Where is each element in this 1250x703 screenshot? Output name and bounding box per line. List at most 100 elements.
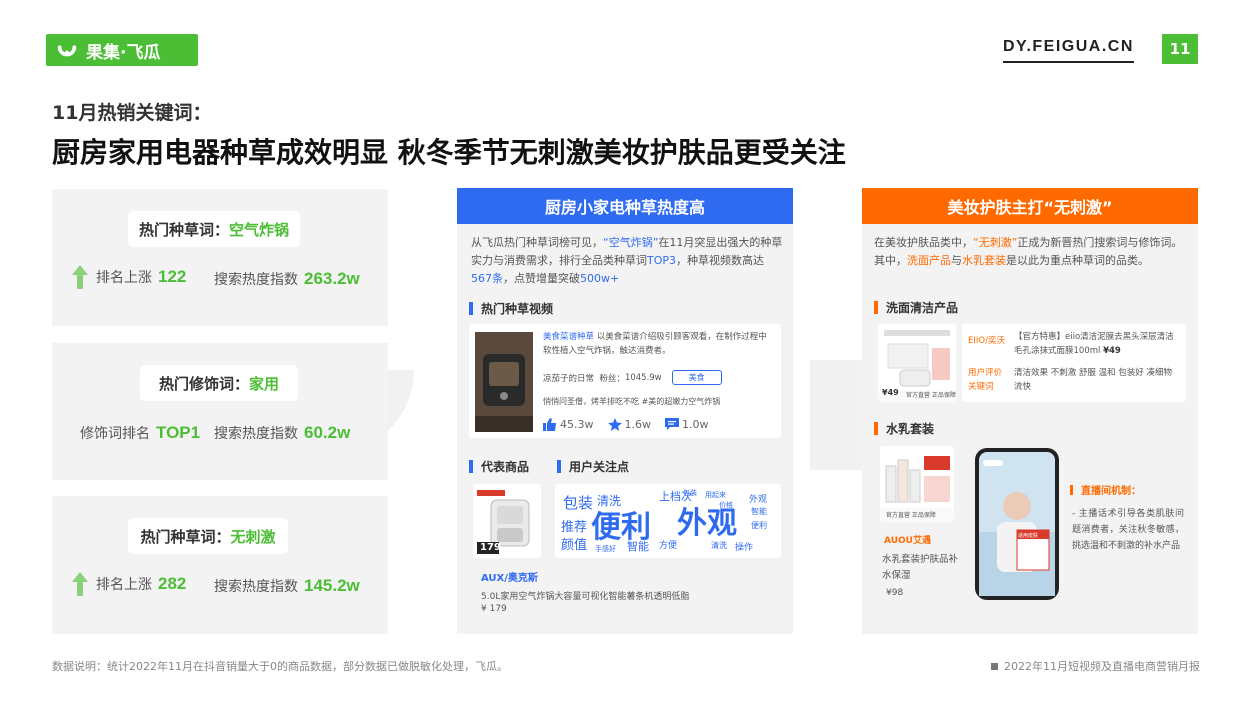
keyword-pill: 热门种草词： 无刺激 <box>128 518 288 554</box>
pill-value: 家用 <box>249 374 280 393</box>
up-arrow-icon <box>72 265 88 289</box>
heat-metric: 搜索热度指数 145.2w <box>214 576 360 596</box>
keyword-card-household: 热门修饰词： 家用 修饰词排名 TOP1 搜索热度指数 60.2w <box>52 343 388 480</box>
review-label: 用户评价关键词 <box>968 368 1003 392</box>
brand-name: 果集·飞瓜 <box>86 42 161 63</box>
rank-metric: 排名上涨 122 <box>72 265 186 289</box>
metric-label: 排名上涨 <box>96 577 152 593</box>
video-tag[interactable]: 美食 <box>671 370 722 385</box>
wordcloud-word: 便利 <box>751 521 767 530</box>
live-mechanism-title: 直播间机制： <box>1070 482 1141 497</box>
comment-icon <box>665 418 679 430</box>
video-description: 美食菜谱种草 以美食菜谱介绍吸引顾客观看，在制作过程中软性植入空气炸锅，触达消费… <box>543 332 767 356</box>
wordcloud-word: 智能 <box>627 540 649 553</box>
pill-value: 无刺激 <box>230 527 276 546</box>
live-sign: 适用皮肤 <box>1018 533 1039 539</box>
square-bullet-icon <box>991 662 998 670</box>
keyword-card-no-irritation: 热门种草词： 无刺激 排名上涨 282 搜索热度指数 145.2w <box>52 496 388 634</box>
metric-value: 263.2w <box>304 269 360 288</box>
rank-metric: 修饰词排名 TOP1 <box>80 423 200 443</box>
heat-metric: 搜索热度指数 263.2w <box>214 269 360 289</box>
wordcloud-word: 智能 <box>751 507 767 516</box>
panel-intro: 从飞瓜热门种草词榜可见，“空气炸锅”在11月突显出强大的种草实力与消费需求，排行… <box>471 236 783 285</box>
review-keywords: 清洁效果 不刺激 舒服 温和 包装好 凑细物流快 <box>1014 368 1173 392</box>
cleanser-detail-card[interactable]: EIIO/奕沃 【官方特惠】eiio清洁泥膜去黑头深层清洁毛孔涂抹式面膜100m… <box>962 324 1186 402</box>
feigua-logo-icon <box>57 45 77 57</box>
favorites-count: 1.6w <box>624 418 652 431</box>
wordcloud-word: 颜值 <box>561 538 588 553</box>
metric-value: 60.2w <box>304 423 351 442</box>
video-thumbnail[interactable] <box>475 332 533 432</box>
wordcloud-word: 价格 <box>719 501 733 509</box>
wordcloud-word: 操作 <box>735 543 754 553</box>
panel-title: 厨房小家电种草热度高 <box>457 188 793 224</box>
page-title: 厨房家用电器种草成效明显 秋冬季节无刺激美妆护肤品更受关注 <box>52 136 846 169</box>
image-price: ¥49 <box>882 388 899 397</box>
keyword-card-air-fryer: 热门种草词： 空气炸锅 排名上涨 122 搜索热度指数 263.2w <box>52 189 388 326</box>
panel-title: 美妆护肤主打“无刺激” <box>862 188 1198 224</box>
beauty-skincare-panel: 美妆护肤主打“无刺激” 在美妆护肤品类中，“无刺激”正成为新晋热门搜索词与修饰词… <box>862 188 1198 634</box>
metric-label: 搜索热度指数 <box>214 579 298 595</box>
keyword-pill: 热门种草词： 空气炸锅 <box>128 211 300 247</box>
cleanser-desc: 【官方特惠】eiio清洁泥膜去黑头深层清洁毛孔涂抹式面膜100ml ¥49 <box>1014 332 1174 356</box>
pill-label: 热门种草词： <box>138 220 229 239</box>
panel-intro: 在美妆护肤品类中，“无刺激”正成为新晋热门搜索词与修饰词。其中，洗面产品与水乳套… <box>874 236 1183 267</box>
product-image[interactable]: 179 <box>473 484 541 558</box>
up-arrow-icon <box>72 572 88 596</box>
metric-label: 修饰词排名 <box>80 426 150 442</box>
metric-value: 122 <box>158 267 187 286</box>
product-brand[interactable]: AUX/奥克斯 <box>481 569 538 584</box>
wordcloud-word: 推荐 <box>561 520 588 535</box>
metric-label: 搜索热度指数 <box>214 272 298 288</box>
comments-count: 1.0w <box>682 418 709 431</box>
section-kicker: 11月热销关键词： <box>52 102 212 124</box>
wordcloud-word: 清洗 <box>711 541 727 550</box>
hot-video-card[interactable]: 美食菜谱种草 以美食菜谱介绍吸引顾客观看，在制作过程中软性植入空气炸锅，触达消费… <box>469 324 781 438</box>
thumbs-up-icon <box>543 418 556 431</box>
wordcloud-word: 外观 <box>749 495 768 505</box>
pill-label: 热门修饰词： <box>158 374 249 393</box>
live-stream-screen <box>979 452 1055 596</box>
cleanser-image[interactable]: ¥49 官方直营 正品保障 <box>878 324 956 402</box>
section-hot-video: 热门种草视频 <box>469 300 553 317</box>
section-lotion: 水乳套装 <box>874 420 934 437</box>
image-caption: 官方直营 正品保障 <box>906 392 956 399</box>
wordcloud-word: 包装 <box>683 489 697 497</box>
wordcloud-word: 用起来 <box>705 491 726 499</box>
keyword-pill: 热门修饰词： 家用 <box>140 365 298 401</box>
metric-label: 搜索热度指数 <box>214 426 298 442</box>
product-price: ¥ 179 <box>481 604 507 614</box>
section-user-focus: 用户关注点 <box>557 458 629 475</box>
image-caption: 官方直营 正品保障 <box>886 512 936 519</box>
product-price-badge: 179 <box>480 542 501 553</box>
metric-label: 排名上涨 <box>96 270 152 286</box>
data-note: 数据说明：统计2022年11月在抖音销量大于0的商品数据，部分数据已做脱敏化处理… <box>52 660 508 673</box>
likes-count: 45.3w <box>560 418 594 431</box>
live-stream-phone[interactable]: 适用皮肤 <box>975 448 1059 600</box>
section-cleanser: 洗面清洁产品 <box>874 299 958 316</box>
wordcloud-word: 方便 <box>659 541 678 551</box>
metric-value: 145.2w <box>304 576 360 595</box>
wordcloud-word: 包装 <box>563 494 594 512</box>
pill-label: 热门种草词： <box>140 527 231 546</box>
cleanser-brand: EIIO/奕沃 <box>968 336 1005 346</box>
user-focus-wordcloud: 包装 清洗 推荐 颜值 便利 外观 上档次 智能 外观 智能 操作 便利 方便 … <box>555 484 781 558</box>
lotion-image[interactable]: 官方直营 正品保障 <box>880 446 954 522</box>
lotion-name: 水乳套装护肤品补水保湿 <box>882 554 959 581</box>
product-name: 5.0L家用空气炸锅大容量可视化智能薯条机透明低脂 <box>481 592 690 602</box>
section-product: 代表商品 <box>469 458 529 475</box>
report-title: 2022年11月短视频及直播电商营销月报 <box>991 658 1200 674</box>
star-icon <box>607 418 622 431</box>
lotion-brand[interactable]: AUOU艾遇 <box>884 533 931 546</box>
kitchen-appliance-panel: 厨房小家电种草热度高 从飞瓜热门种草词榜可见，“空气炸锅”在11月突显出强大的种… <box>457 188 793 634</box>
brand-logo: 果集·飞瓜 <box>46 34 198 66</box>
video-caption: 悄悄问圣僧，烤羊排吃不吃 #美的超嫩力空气炸锅 <box>543 397 721 406</box>
site-url[interactable]: DY.FEIGUA.CN <box>1003 38 1134 63</box>
heat-metric: 搜索热度指数 60.2w <box>214 423 350 443</box>
live-mechanism-desc: - 主播话术引导各类肌肤问题消费者，关注秋冬敏感，挑选温和不刺激的补水产品 <box>1072 509 1184 551</box>
wordcloud-word: 手感好 <box>595 545 616 553</box>
video-account: 凉茄子的日常 粉丝： 1045.9w 美食 <box>543 370 722 385</box>
metric-value: 282 <box>158 574 187 593</box>
page-number: 11 <box>1162 34 1198 64</box>
pill-value: 空气炸锅 <box>229 220 290 239</box>
